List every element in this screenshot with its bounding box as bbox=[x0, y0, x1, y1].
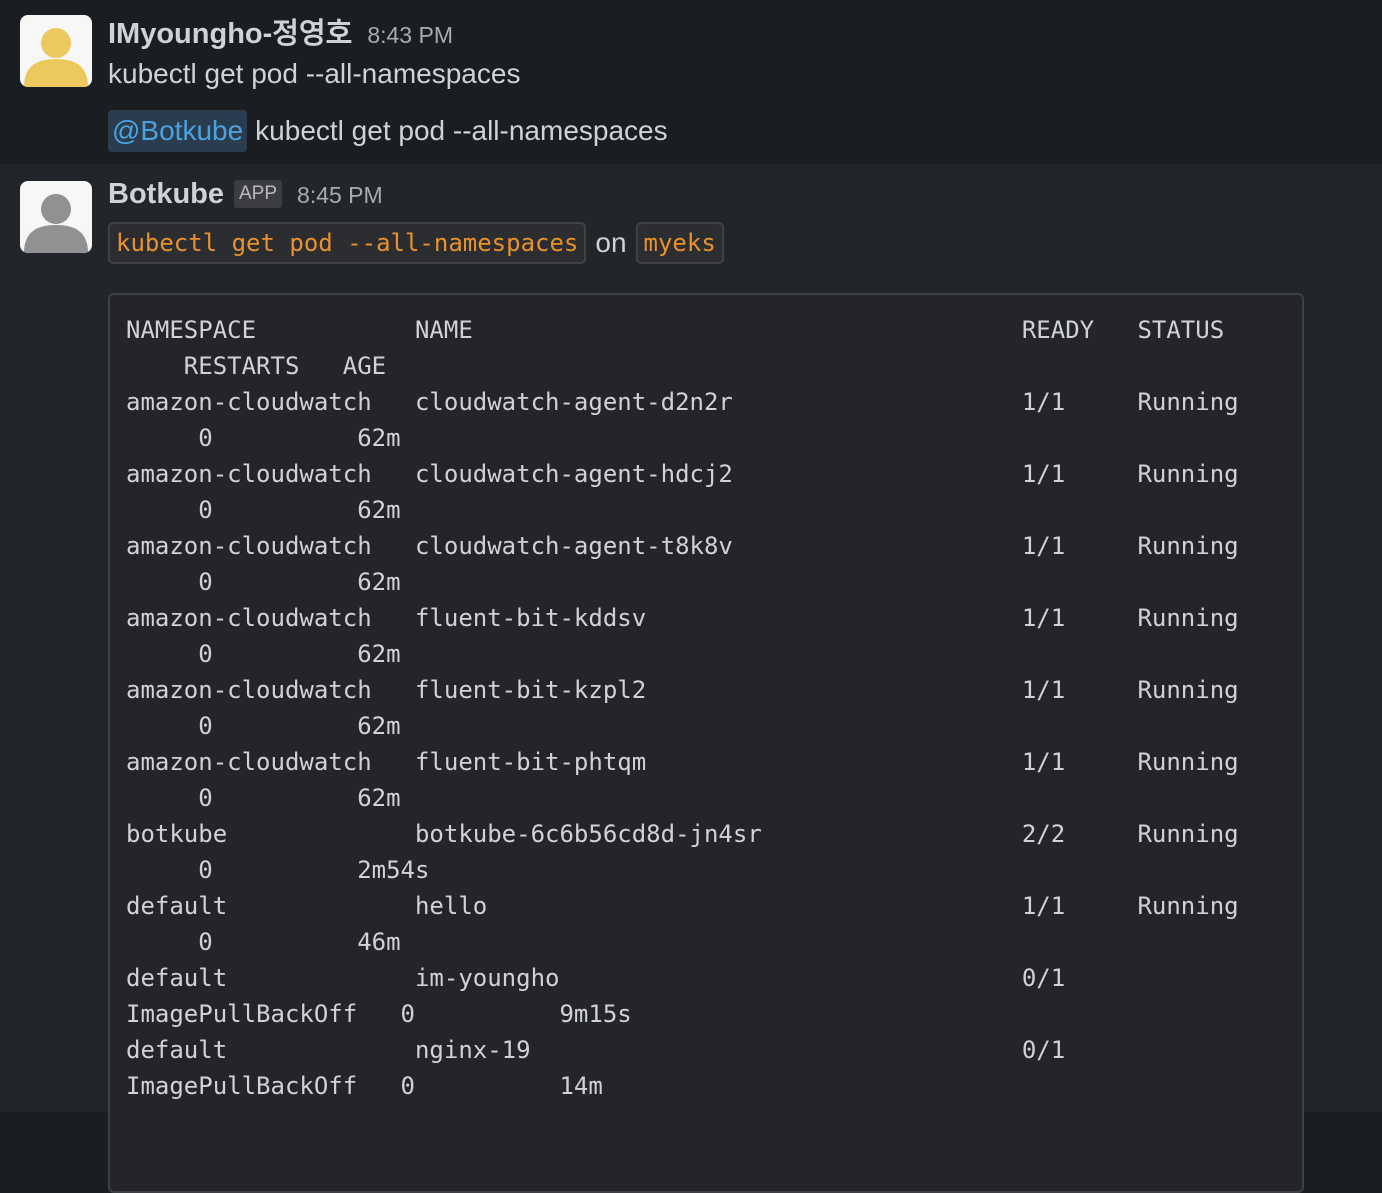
mention-botkube[interactable]: @Botkube bbox=[108, 110, 248, 152]
command-output: NAMESPACE NAME READY STATUS RESTARTS AGE… bbox=[126, 312, 1239, 1104]
output-line: default hello 1/1 Running bbox=[126, 892, 1239, 920]
output-line: 0 62m bbox=[126, 424, 401, 452]
message-user: IMyoungho-정영호 8:43 PM kubectl get pod --… bbox=[0, 0, 1382, 164]
bot-avatar[interactable] bbox=[20, 181, 92, 253]
output-line: amazon-cloudwatch fluent-bit-kzpl2 1/1 R… bbox=[126, 676, 1239, 704]
output-line: 0 62m bbox=[126, 640, 401, 668]
output-line: 0 46m bbox=[126, 928, 401, 956]
output-line: 0 2m54s bbox=[126, 856, 430, 884]
timestamp[interactable]: 8:45 PM bbox=[297, 182, 383, 209]
output-line: amazon-cloudwatch cloudwatch-agent-t8k8v… bbox=[126, 532, 1239, 560]
user-avatar-icon bbox=[20, 15, 92, 87]
app-badge: APP bbox=[234, 180, 283, 208]
output-line: amazon-cloudwatch fluent-bit-phtqm 1/1 R… bbox=[126, 748, 1239, 776]
output-line: 0 62m bbox=[126, 568, 401, 596]
output-line: default nginx-19 0/1 bbox=[126, 1036, 1066, 1064]
output-line: RESTARTS AGE bbox=[126, 352, 387, 380]
sender-name[interactable]: Botkube bbox=[108, 178, 224, 211]
output-line: ImagePullBackOff 0 14m bbox=[126, 1072, 603, 1100]
command-output-block: NAMESPACE NAME READY STATUS RESTARTS AGE… bbox=[108, 293, 1304, 1193]
output-line: 0 62m bbox=[126, 496, 401, 524]
command-line: kubectl get pod --all-namespaces on myek… bbox=[108, 222, 724, 264]
message-header: IMyoungho-정영호 8:43 PM bbox=[108, 10, 453, 52]
message-header: Botkube APP 8:45 PM bbox=[108, 178, 383, 212]
on-text: on bbox=[595, 227, 627, 258]
message-text-mention-line: @Botkube kubectl get pod --all-namespace… bbox=[108, 110, 668, 152]
command-code: kubectl get pod --all-namespaces bbox=[108, 222, 587, 264]
output-line: botkube botkube-6c6b56cd8d-jn4sr 2/2 Run… bbox=[126, 820, 1239, 848]
user-avatar[interactable] bbox=[20, 15, 92, 87]
output-line: default im-youngho 0/1 bbox=[126, 964, 1066, 992]
sender-name[interactable]: IMyoungho-정영호 bbox=[108, 10, 352, 52]
output-line: 0 62m bbox=[126, 784, 401, 812]
output-line: ImagePullBackOff 0 9m15s bbox=[126, 1000, 632, 1028]
mention-command-text: kubectl get pod --all-namespaces bbox=[255, 115, 668, 146]
message-bot: Botkube APP 8:45 PM kubectl get pod --al… bbox=[0, 164, 1382, 1193]
output-line: NAMESPACE NAME READY STATUS bbox=[126, 316, 1225, 344]
output-line: amazon-cloudwatch cloudwatch-agent-d2n2r… bbox=[126, 388, 1239, 416]
cluster-code: myeks bbox=[635, 222, 724, 264]
bot-avatar-icon bbox=[20, 181, 92, 253]
output-line: amazon-cloudwatch cloudwatch-agent-hdcj2… bbox=[126, 460, 1239, 488]
output-line: amazon-cloudwatch fluent-bit-kddsv 1/1 R… bbox=[126, 604, 1239, 632]
message-text: kubectl get pod --all-namespaces bbox=[108, 58, 521, 89]
output-line: 0 62m bbox=[126, 712, 401, 740]
timestamp[interactable]: 8:43 PM bbox=[367, 22, 453, 49]
